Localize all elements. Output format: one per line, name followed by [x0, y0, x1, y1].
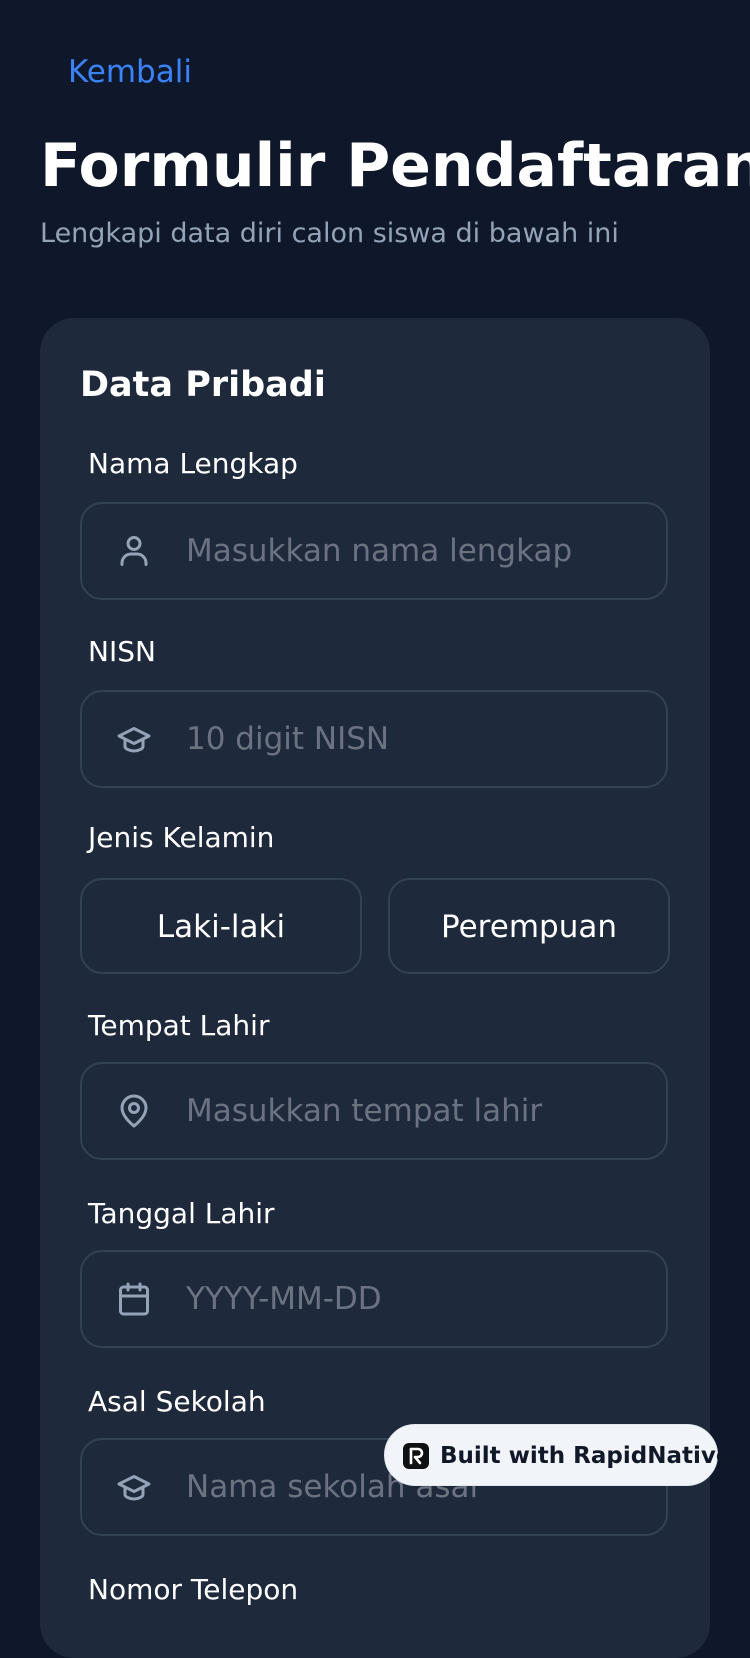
nomor-telepon-label: Nomor Telepon [88, 1573, 299, 1606]
tanggal-lahir-label: Tanggal Lahir [88, 1197, 275, 1230]
tempat-lahir-field [80, 1062, 668, 1160]
rapidnative-logo-icon [403, 1443, 429, 1469]
back-link[interactable]: Kembali [68, 52, 192, 92]
tanggal-lahir-input[interactable] [186, 1252, 646, 1346]
nisn-input[interactable] [186, 692, 646, 786]
map-pin-icon [116, 1093, 152, 1129]
calendar-icon [116, 1281, 152, 1317]
gender-option-perempuan[interactable]: Perempuan [388, 878, 670, 974]
jenis-kelamin-label: Jenis Kelamin [88, 821, 275, 854]
nama-lengkap-field [80, 502, 668, 600]
nama-lengkap-input[interactable] [186, 504, 646, 598]
nisn-label: NISN [88, 635, 156, 668]
tanggal-lahir-field [80, 1250, 668, 1348]
badge-text: Built with RapidNative [440, 1443, 732, 1469]
page-title: Formulir Pendaftaran [40, 131, 750, 201]
tempat-lahir-input[interactable] [186, 1064, 646, 1158]
user-icon [116, 533, 152, 569]
section-title: Data Pribadi [80, 365, 326, 405]
built-with-badge[interactable]: Built with RapidNative [384, 1424, 731, 1486]
gender-option-laki-laki[interactable]: Laki-laki [80, 878, 362, 974]
nisn-field [80, 690, 668, 788]
nama-lengkap-label: Nama Lengkap [88, 447, 298, 480]
graduation-cap-icon [116, 1469, 152, 1505]
graduation-cap-icon [116, 721, 152, 757]
tempat-lahir-label: Tempat Lahir [88, 1009, 270, 1042]
page-subtitle: Lengkapi data diri calon siswa di bawah … [40, 218, 619, 249]
asal-sekolah-label: Asal Sekolah [88, 1385, 266, 1418]
